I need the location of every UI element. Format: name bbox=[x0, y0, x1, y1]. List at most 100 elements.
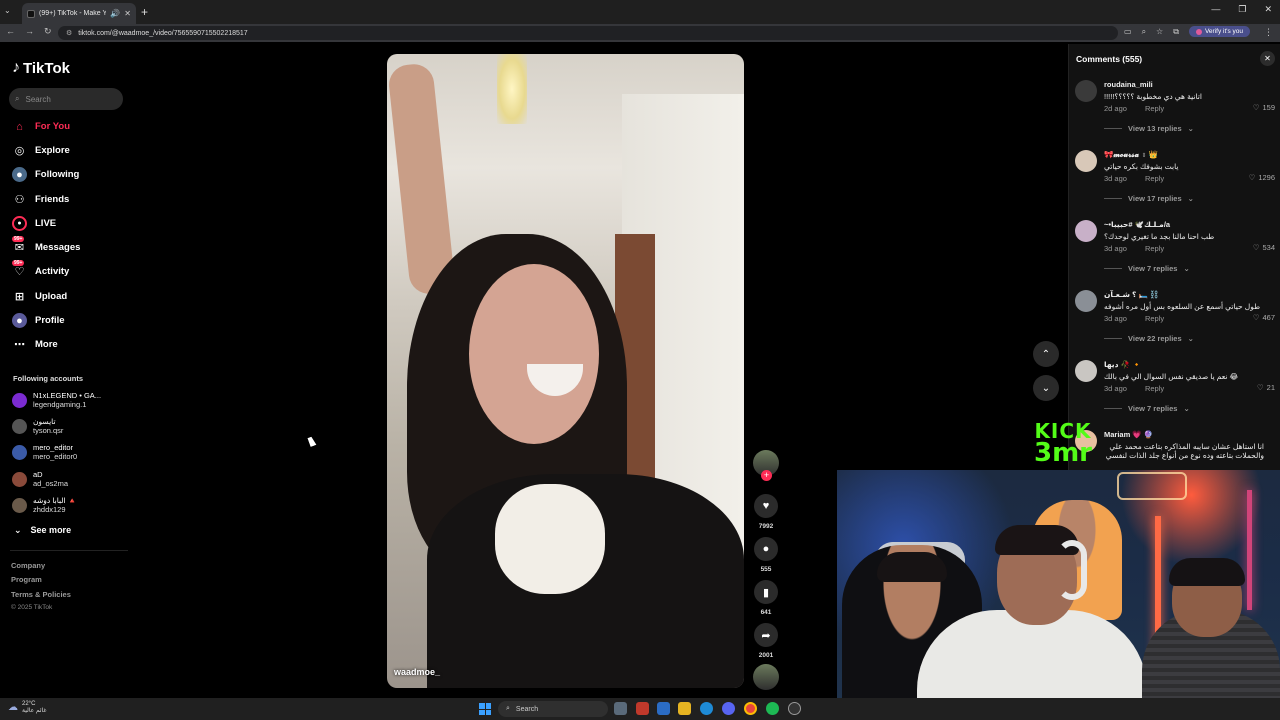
account-name: البابا دوشه 🔺 bbox=[33, 496, 78, 505]
outlook-icon[interactable] bbox=[657, 702, 670, 715]
cloud-icon: ☁ bbox=[8, 702, 18, 713]
cast-icon[interactable]: ▭ bbox=[1124, 27, 1132, 36]
forward-icon[interactable]: → bbox=[25, 26, 34, 37]
close-comments-button[interactable]: ✕ bbox=[1260, 51, 1275, 66]
view-replies-button[interactable]: View 7 replies ⌄ bbox=[1104, 404, 1190, 413]
speaker-icon[interactable]: 🔊 bbox=[110, 9, 120, 18]
reply-button[interactable]: Reply bbox=[1145, 104, 1164, 113]
following-account[interactable]: تايسون tyson.qsr bbox=[12, 417, 63, 435]
previous-video-button[interactable]: ⌃ bbox=[1033, 341, 1059, 367]
reply-button[interactable]: Reply bbox=[1145, 384, 1164, 393]
minimize-icon[interactable]: — bbox=[1211, 4, 1220, 15]
edge-icon[interactable] bbox=[700, 702, 713, 715]
avatar[interactable] bbox=[1075, 80, 1097, 102]
reply-button[interactable]: Reply bbox=[1145, 244, 1164, 253]
nav-upload[interactable]: ⊞ Upload bbox=[12, 289, 67, 304]
following-account[interactable]: البابا دوشه 🔺 zhddx129 bbox=[12, 496, 77, 514]
following-account[interactable]: mero_editor mero_editor0 bbox=[12, 443, 77, 461]
music-disc-button[interactable] bbox=[751, 664, 781, 690]
avatar[interactable] bbox=[1075, 150, 1097, 172]
save-button[interactable]: ▮ 641 bbox=[751, 580, 781, 616]
following-account[interactable]: N1xLEGEND • GA... legendgaming.1 bbox=[12, 391, 101, 409]
zoom-icon[interactable]: ⌕ bbox=[1142, 27, 1146, 37]
reply-button[interactable]: Reply bbox=[1145, 174, 1164, 183]
like-button[interactable]: ♥ 7992 bbox=[751, 494, 781, 530]
chevron-down-icon: ⌄ bbox=[1187, 194, 1194, 203]
weather-widget[interactable]: ☁ 22°C غائم عالية bbox=[8, 701, 47, 714]
author-avatar-button[interactable]: + bbox=[751, 450, 781, 481]
tab-list-icon[interactable]: ⌄ bbox=[4, 6, 11, 15]
see-more-button[interactable]: ⌄ See more bbox=[14, 525, 71, 536]
close-tab-icon[interactable]: ✕ bbox=[124, 9, 131, 18]
new-tab-button[interactable]: + bbox=[141, 5, 148, 19]
bookmark-star-icon[interactable]: ☆ bbox=[1156, 27, 1163, 36]
app-icon[interactable] bbox=[636, 702, 649, 715]
browser-tab[interactable]: (99+) TikTok - Make Your Day 🔊 ✕ bbox=[22, 3, 136, 24]
comment-like-button[interactable]: ♡ 159 bbox=[1253, 103, 1275, 112]
view-replies-button[interactable]: View 7 replies ⌄ bbox=[1104, 264, 1190, 273]
nav-label: Activity bbox=[35, 266, 70, 277]
messages-badge: 99+ bbox=[12, 236, 25, 242]
view-replies-button[interactable]: View 22 replies ⌄ bbox=[1104, 334, 1194, 343]
avatar bbox=[12, 471, 27, 487]
comment-like-button[interactable]: ♡ 467 bbox=[1253, 313, 1275, 322]
footer-company-link[interactable]: Company bbox=[11, 561, 45, 570]
nav-live[interactable]: ● LIVE bbox=[12, 216, 56, 231]
nav-more[interactable]: ⋯ More bbox=[12, 337, 58, 352]
tiktok-logo[interactable]: ♪ TikTok bbox=[12, 59, 70, 77]
chrome-icon[interactable] bbox=[744, 702, 757, 715]
task-view-icon[interactable] bbox=[614, 702, 627, 715]
nav-explore[interactable]: ◎ Explore bbox=[12, 143, 70, 158]
video-author[interactable]: waadmoe_ bbox=[394, 667, 440, 677]
view-replies-button[interactable]: View 17 replies ⌄ bbox=[1104, 194, 1194, 203]
url-input[interactable]: ⚙ tiktok.com/@waadmoe_/video/75655907155… bbox=[58, 26, 1118, 40]
view-replies-button[interactable]: View 13 replies ⌄ bbox=[1104, 124, 1194, 133]
nav-activity[interactable]: ♡ 99+ Activity bbox=[12, 260, 70, 279]
comment-user[interactable]: Mariam 💗 🔮 bbox=[1104, 430, 1153, 439]
comment-user[interactable]: ~•مـلـك🕊️ #حبيبا/a bbox=[1104, 220, 1170, 229]
comment-user[interactable]: 🎀𝓶𝓸𝓾𝓻𝓼𝓪 ♁ 👑 bbox=[1104, 150, 1158, 160]
nav-following[interactable]: ● Following bbox=[12, 167, 79, 182]
verify-button[interactable]: Verify it's you bbox=[1188, 26, 1251, 37]
comment-like-button[interactable]: ♡ 534 bbox=[1253, 243, 1275, 252]
close-icon: ✕ bbox=[1264, 54, 1271, 63]
close-window-icon[interactable]: ✕ bbox=[1264, 4, 1272, 15]
comment-user[interactable]: roudaina_mili bbox=[1104, 80, 1153, 89]
browser-menu-icon[interactable]: ⋮ bbox=[1264, 27, 1273, 38]
search-input[interactable]: ⌕ Search bbox=[9, 88, 123, 110]
video-player[interactable] bbox=[387, 54, 744, 688]
nav-profile[interactable]: ● Profile bbox=[12, 313, 65, 328]
site-info-icon[interactable]: ⚙ bbox=[66, 29, 72, 37]
taskbar-search-input[interactable]: ⌕ Search bbox=[498, 701, 608, 717]
follow-plus-icon[interactable]: + bbox=[761, 470, 772, 481]
nav-for-you[interactable]: ⌂ For You bbox=[12, 119, 70, 134]
nav-friends[interactable]: ⚇ Friends bbox=[12, 192, 70, 207]
avatar[interactable] bbox=[1075, 360, 1097, 382]
reply-button[interactable]: Reply bbox=[1145, 314, 1164, 323]
back-icon[interactable]: ← bbox=[6, 26, 15, 37]
extensions-icon[interactable]: ⧉ bbox=[1173, 27, 1179, 37]
following-account[interactable]: aD ad_os2ma bbox=[12, 470, 68, 488]
avatar[interactable] bbox=[1075, 290, 1097, 312]
spotify-icon[interactable] bbox=[766, 702, 779, 715]
maximize-icon[interactable]: ❐ bbox=[1238, 4, 1246, 15]
next-video-button[interactable]: ⌄ bbox=[1033, 375, 1059, 401]
file-explorer-icon[interactable] bbox=[678, 702, 691, 715]
windows-start-icon[interactable] bbox=[479, 703, 491, 715]
app-icon[interactable] bbox=[788, 702, 801, 715]
share-button[interactable]: ➦ 2001 bbox=[751, 623, 781, 659]
comment-like-button[interactable]: ♡ 1296 bbox=[1249, 173, 1275, 182]
footer-terms-link[interactable]: Terms & Policies bbox=[11, 590, 71, 599]
comment-user[interactable]: ديها 🥀 🔸 bbox=[1104, 360, 1141, 369]
nav-messages[interactable]: ✉ 99+ Messages bbox=[12, 236, 80, 255]
comment-user[interactable]: ؟ شـعـآن 🛏️ ⛓️ bbox=[1104, 290, 1159, 299]
webcam-scene bbox=[1169, 558, 1245, 586]
footer-program-link[interactable]: Program bbox=[11, 575, 42, 584]
reload-icon[interactable]: ↻ bbox=[44, 26, 52, 37]
comment-like-button[interactable]: ♡ 21 bbox=[1257, 383, 1275, 392]
discord-icon[interactable] bbox=[722, 702, 735, 715]
heart-outline-icon: ♡ bbox=[1252, 103, 1260, 112]
avatar[interactable] bbox=[1075, 220, 1097, 242]
comment-button[interactable]: ● 555 bbox=[751, 537, 781, 573]
mouse-cursor-icon bbox=[307, 436, 317, 447]
